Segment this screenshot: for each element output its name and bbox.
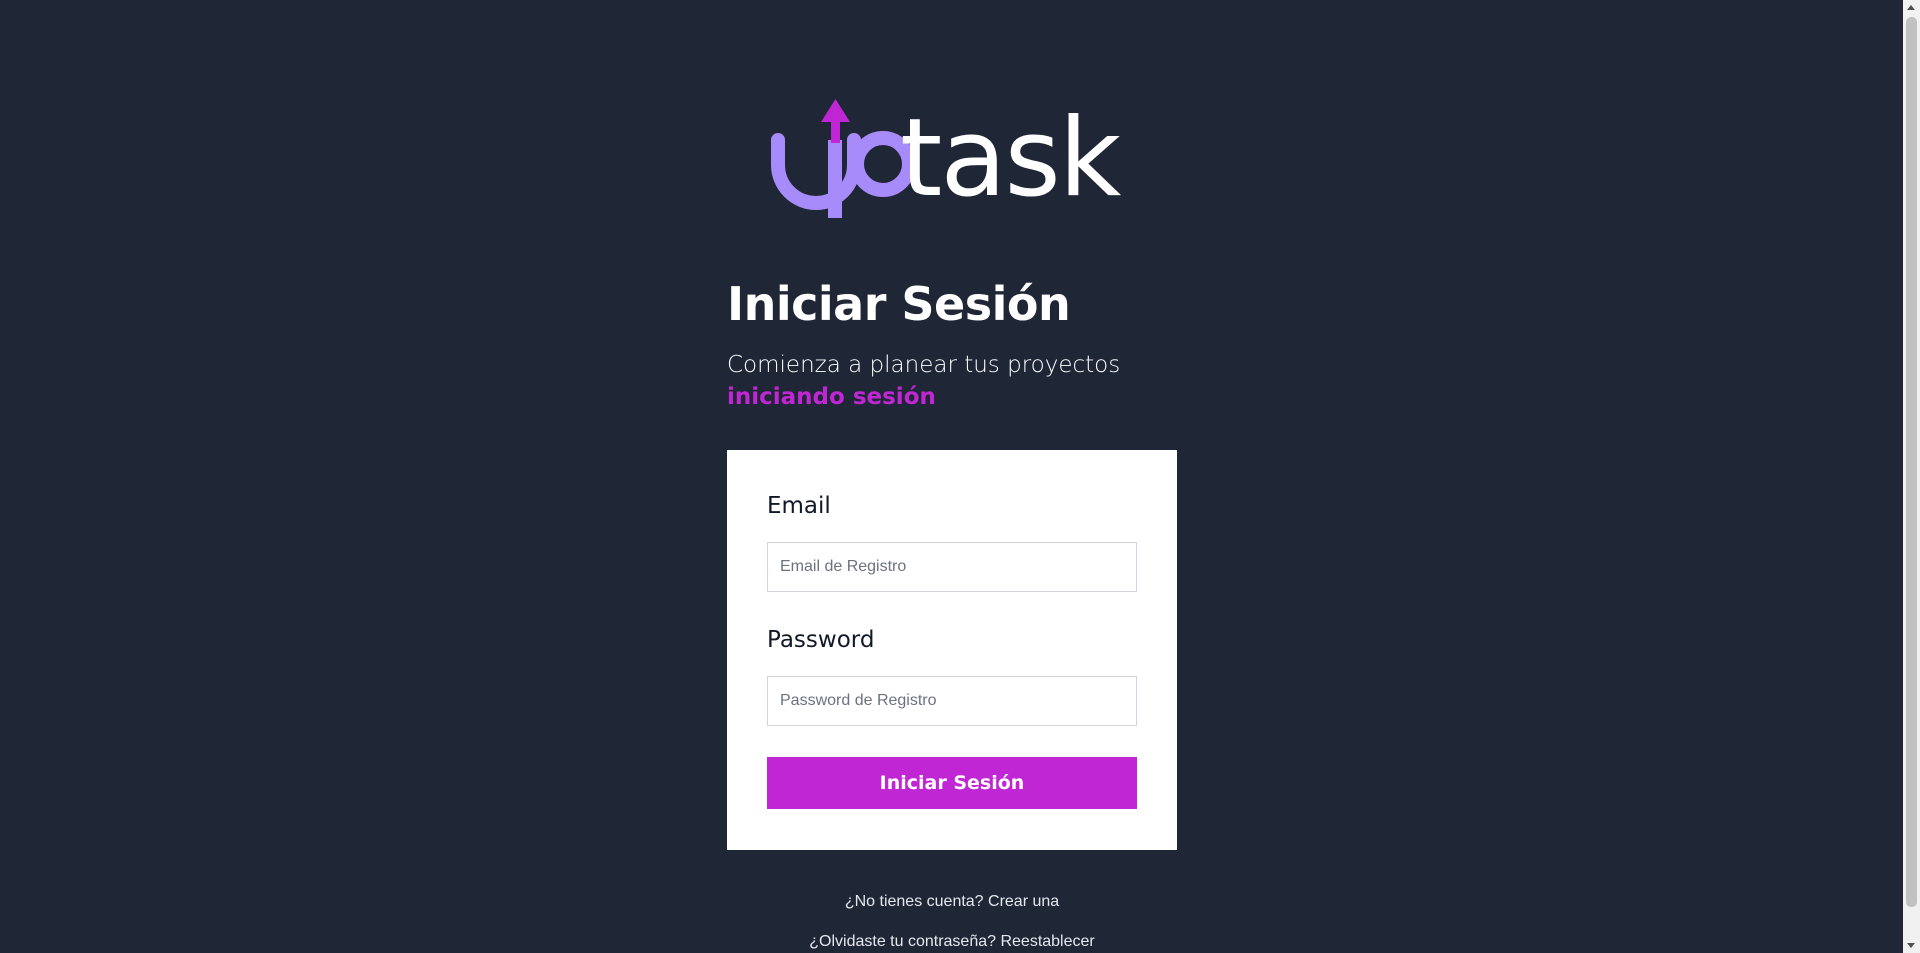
password-label: Password bbox=[767, 627, 875, 653]
subtitle-text: Comienza a planear tus proyectos bbox=[727, 352, 1121, 378]
subtitle-accent: iniciando sesión bbox=[727, 384, 936, 410]
auth-links: ¿No tienes cuenta? Crear una ¿Olvidaste … bbox=[727, 888, 1177, 953]
svg-text:task: task bbox=[900, 96, 1122, 221]
page-subtitle: Comienza a planear tus proyectos inician… bbox=[727, 349, 1120, 413]
login-page: task Iniciar Sesión Comienza a planear t… bbox=[0, 0, 1920, 953]
page-title: Iniciar Sesión bbox=[727, 277, 1071, 331]
scroll-down-icon[interactable] bbox=[1907, 943, 1915, 948]
scroll-up-icon[interactable] bbox=[1907, 5, 1915, 10]
login-form: Email Password Iniciar Sesión bbox=[727, 450, 1177, 850]
login-submit-button[interactable]: Iniciar Sesión bbox=[767, 757, 1137, 809]
email-field[interactable] bbox=[767, 542, 1137, 592]
forgot-password-link[interactable]: ¿Olvidaste tu contraseña? Reestablecer bbox=[727, 928, 1177, 953]
vertical-scrollbar[interactable] bbox=[1903, 0, 1920, 953]
register-link[interactable]: ¿No tienes cuenta? Crear una bbox=[727, 888, 1177, 928]
scrollbar-thumb[interactable] bbox=[1906, 17, 1917, 907]
uptask-logo: task bbox=[770, 95, 1132, 230]
email-label: Email bbox=[767, 493, 831, 519]
password-field[interactable] bbox=[767, 676, 1137, 726]
